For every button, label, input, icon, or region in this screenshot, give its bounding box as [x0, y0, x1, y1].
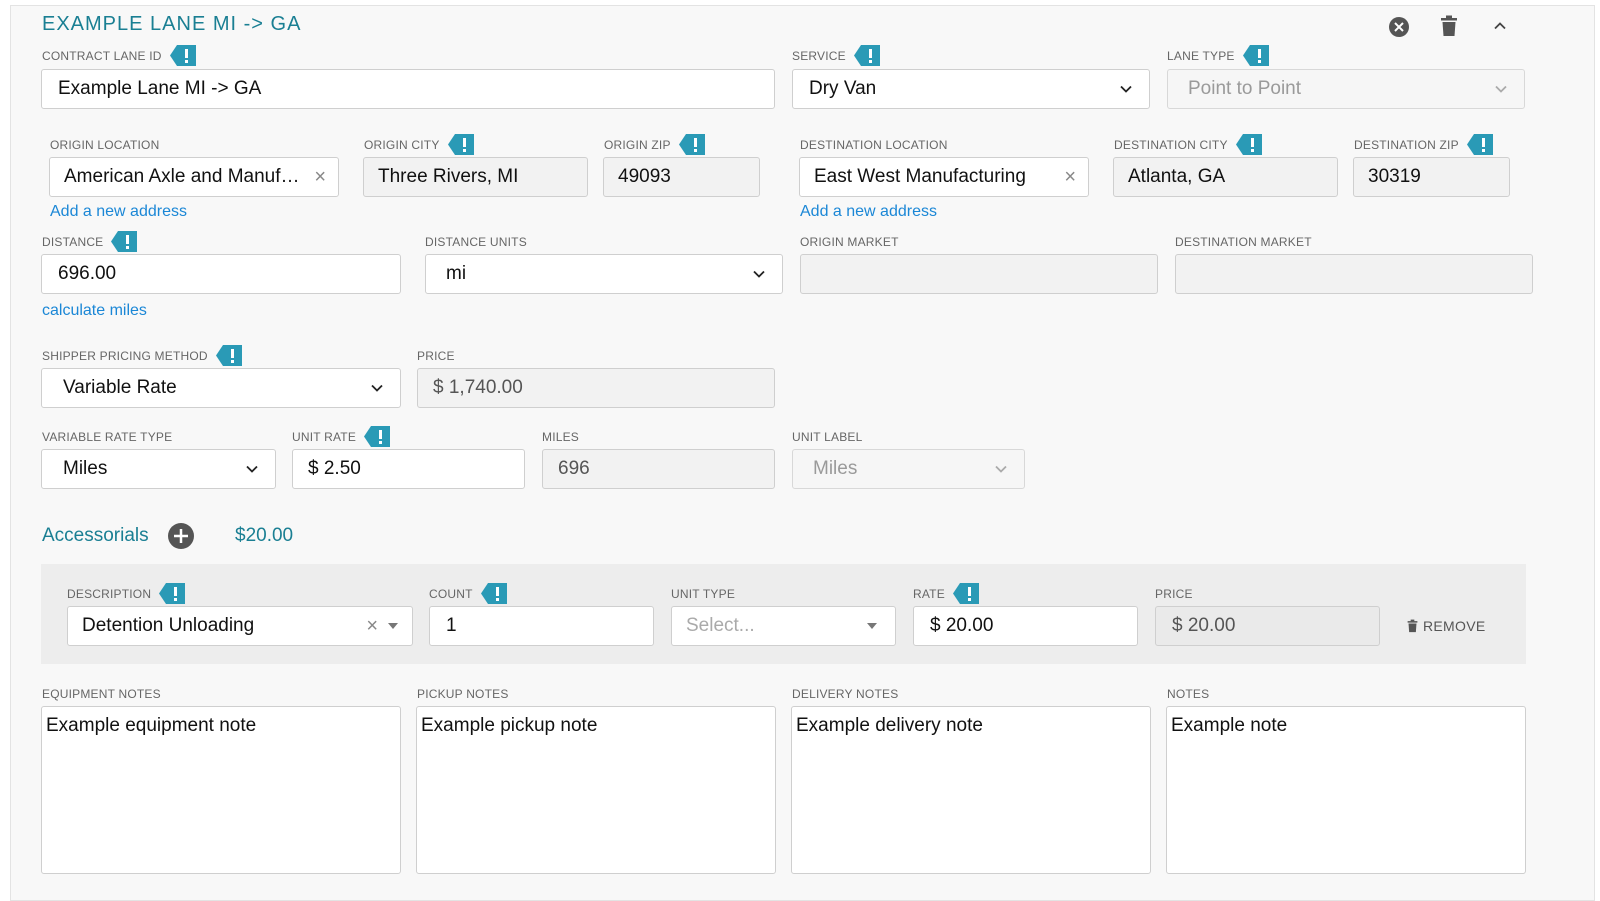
service-label: SERVICE [792, 45, 880, 66]
accessorial-count-input[interactable]: 1 [429, 606, 654, 646]
origin-city-field: Three Rivers, MI [363, 157, 588, 197]
clear-icon[interactable]: × [1064, 167, 1076, 187]
chevron-down-icon [1119, 82, 1133, 96]
destination-market-field [1175, 254, 1533, 294]
accessorial-price-label: PRICE [1155, 587, 1193, 601]
destination-location-label: DESTINATION LOCATION [800, 138, 948, 152]
pickup-notes-textarea[interactable]: Example pickup note [416, 706, 776, 874]
accessorial-description-label: DESCRIPTION [67, 583, 185, 604]
unit-label-select[interactable]: Miles [792, 449, 1025, 489]
miles-field: 696 [542, 449, 775, 489]
chevron-up-icon [1494, 22, 1506, 30]
info-flag-icon[interactable] [854, 45, 880, 66]
distance-units-select[interactable]: mi [425, 254, 783, 294]
delivery-notes-label: DELIVERY NOTES [792, 687, 899, 701]
remove-accessorial-button[interactable]: REMOVE [1407, 618, 1485, 634]
clear-icon[interactable]: × [314, 167, 326, 187]
origin-zip-field: 49093 [603, 157, 760, 197]
distance-input[interactable]: 696.00 [41, 254, 401, 294]
price-label: PRICE [417, 349, 455, 363]
contract-lane-id-label: CONTRACT LANE ID [42, 45, 196, 66]
delivery-notes-textarea[interactable]: Example delivery note [791, 706, 1151, 874]
origin-market-field [800, 254, 1158, 294]
chevron-down-icon [245, 462, 259, 476]
destination-zip-field: 30319 [1353, 157, 1510, 197]
info-flag-icon[interactable] [364, 426, 390, 447]
origin-city-label: ORIGIN CITY [364, 134, 474, 155]
delete-lane-button[interactable] [1437, 14, 1461, 38]
unit-label-label: UNIT LABEL [792, 430, 863, 444]
trash-icon [1407, 619, 1418, 633]
collapse-button[interactable] [1488, 14, 1512, 38]
info-flag-icon[interactable] [170, 45, 196, 66]
chevron-down-icon [994, 462, 1008, 476]
accessorial-price-field: $ 20.00 [1155, 606, 1380, 646]
shipper-pricing-method-label: SHIPPER PRICING METHOD [42, 345, 242, 366]
destination-market-label: DESTINATION MARKET [1175, 235, 1312, 249]
destination-location-input[interactable]: East West Manufacturing × [799, 157, 1089, 197]
notes-textarea[interactable]: Example note [1166, 706, 1526, 874]
lane-type-label: LANE TYPE [1167, 45, 1269, 66]
origin-market-label: ORIGIN MARKET [800, 235, 899, 249]
destination-zip-label: DESTINATION ZIP [1354, 134, 1493, 155]
info-flag-icon[interactable] [111, 231, 137, 252]
equipment-notes-textarea[interactable]: Example equipment note [41, 706, 401, 874]
info-flag-icon[interactable] [1236, 134, 1262, 155]
accessorials-title: Accessorials [42, 525, 149, 546]
contract-lane-id-input[interactable]: Example Lane MI -> GA [41, 69, 775, 109]
origin-add-address-link[interactable]: Add a new address [50, 203, 187, 221]
close-circle-icon [1389, 17, 1409, 37]
distance-units-label: DISTANCE UNITS [425, 235, 527, 249]
accessorial-description-select[interactable]: Detention Unloading × [67, 606, 413, 646]
calculate-miles-link[interactable]: calculate miles [42, 302, 147, 320]
price-field: $ 1,740.00 [417, 368, 775, 408]
info-flag-icon[interactable] [953, 583, 979, 604]
unit-rate-label: UNIT RATE [292, 426, 390, 447]
notes-label: NOTES [1167, 687, 1210, 701]
caret-down-icon [865, 619, 879, 633]
service-select[interactable]: Dry Van [792, 69, 1150, 109]
equipment-notes-label: EQUIPMENT NOTES [42, 687, 161, 701]
shipper-pricing-method-select[interactable]: Variable Rate [41, 368, 401, 408]
accessorials-total: $20.00 [235, 525, 294, 546]
info-flag-icon[interactable] [1467, 134, 1493, 155]
info-flag-icon[interactable] [216, 345, 242, 366]
distance-label: DISTANCE [42, 231, 137, 252]
caret-down-icon [386, 619, 400, 633]
close-lane-button[interactable] [1387, 15, 1411, 39]
unit-rate-input[interactable]: $ 2.50 [292, 449, 525, 489]
info-flag-icon[interactable] [159, 583, 185, 604]
clear-icon[interactable]: × [366, 616, 378, 636]
destination-city-field: Atlanta, GA [1113, 157, 1338, 197]
accessorial-count-label: COUNT [429, 583, 507, 604]
info-flag-icon[interactable] [448, 134, 474, 155]
accessorial-unit-type-select[interactable]: Select... [671, 606, 896, 646]
origin-zip-label: ORIGIN ZIP [604, 134, 705, 155]
variable-rate-type-label: VARIABLE RATE TYPE [42, 430, 173, 444]
variable-rate-type-select[interactable]: Miles [41, 449, 276, 489]
info-flag-icon[interactable] [1243, 45, 1269, 66]
destination-city-label: DESTINATION CITY [1114, 134, 1262, 155]
plus-circle-icon [168, 523, 194, 549]
lane-title: EXAMPLE LANE MI -> GA [42, 13, 302, 35]
chevron-down-icon [370, 381, 384, 395]
info-flag-icon[interactable] [679, 134, 705, 155]
trash-icon [1441, 15, 1457, 36]
pickup-notes-label: PICKUP NOTES [417, 687, 509, 701]
accessorial-rate-input[interactable]: $ 20.00 [913, 606, 1138, 646]
lane-type-select[interactable]: Point to Point [1167, 69, 1525, 109]
origin-location-label: ORIGIN LOCATION [50, 138, 160, 152]
chevron-down-icon [752, 267, 766, 281]
chevron-down-icon [1494, 82, 1508, 96]
add-accessorial-button[interactable] [167, 522, 195, 550]
accessorial-unit-type-label: UNIT TYPE [671, 587, 736, 601]
destination-add-address-link[interactable]: Add a new address [800, 203, 937, 221]
info-flag-icon[interactable] [481, 583, 507, 604]
miles-label: MILES [542, 430, 580, 444]
accessorial-rate-label: RATE [913, 583, 979, 604]
origin-location-input[interactable]: American Axle and Manufacturing × [49, 157, 339, 197]
